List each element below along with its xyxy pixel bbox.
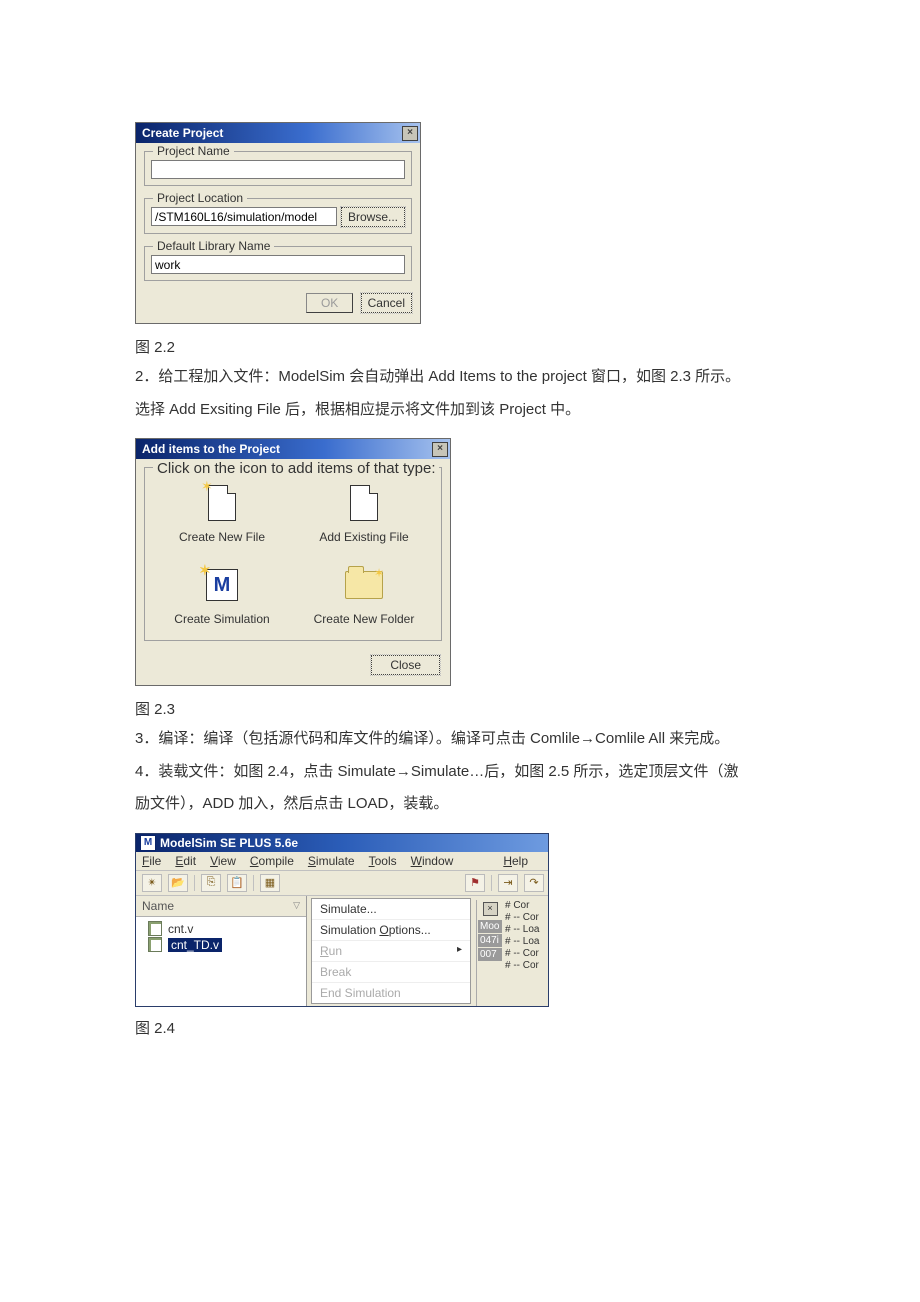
add-items-dialog: Add items to the Project × Click on the …: [135, 438, 451, 686]
toolbar-right: ⚑ ⇥ ↷: [461, 871, 548, 896]
project-name-input[interactable]: [151, 160, 405, 179]
menu-edit[interactable]: Edit: [175, 854, 196, 868]
transcript-snippet: # Cor # -- Cor # -- Loa # -- Loa # -- Co…: [503, 900, 548, 1006]
default-library-input[interactable]: [151, 255, 405, 274]
ok-button[interactable]: OK: [306, 293, 353, 313]
add-items-fieldset: Click on the icon to add items of that t…: [144, 467, 442, 641]
close-icon[interactable]: ×: [402, 126, 418, 141]
browse-button[interactable]: Browse...: [341, 207, 405, 227]
create-project-dialog: Create Project × Project Name Project Lo…: [135, 122, 421, 324]
toolbar-left: ✴ 📂 ⎘ 📋 ▦: [136, 871, 461, 896]
transcript-line: # -- Cor: [505, 912, 548, 924]
add-existing-file-item[interactable]: Add Existing File: [293, 480, 435, 544]
tag-007: 007: [478, 948, 502, 961]
new-file-icon: [208, 485, 236, 521]
step-icon[interactable]: ⇥: [498, 874, 518, 892]
dd-run[interactable]: Run: [312, 941, 470, 962]
project-location-legend: Project Location: [153, 191, 247, 205]
para-step3: 3．编译：编译（包括源代码和库文件的编译）。编译可点击 Comlile→Coml…: [135, 725, 785, 754]
toolbar-separator: [194, 875, 195, 891]
side-header-label: Name: [142, 899, 174, 913]
panel-close-icon[interactable]: ×: [483, 902, 498, 916]
simulate-dropdown: Simulate... Simulation Options... Run Br…: [311, 898, 471, 1004]
flag-icon[interactable]: ⚑: [465, 874, 485, 892]
file-row[interactable]: cnt.v: [148, 921, 302, 937]
grid-icon[interactable]: ▦: [260, 874, 280, 892]
dlg2-titlebar: Add items to the Project ×: [136, 439, 450, 459]
project-name-legend: Project Name: [153, 144, 234, 158]
menubar: File Edit View Compile Simulate Tools Wi…: [136, 852, 548, 871]
step-over-icon[interactable]: ↷: [524, 874, 544, 892]
dd-break[interactable]: Break: [312, 962, 470, 983]
project-location-input[interactable]: [151, 207, 337, 226]
project-name-fieldset: Project Name: [144, 151, 412, 186]
add-items-legend: Click on the icon to add items of that t…: [153, 460, 439, 477]
create-new-file-label: Create New File: [151, 530, 293, 544]
modelsim-icon: M: [206, 569, 238, 601]
transcript-line: # Cor: [505, 900, 548, 912]
toolbar-separator: [253, 875, 254, 891]
menu-view[interactable]: View: [210, 854, 236, 868]
cancel-button[interactable]: Cancel: [361, 293, 412, 313]
create-simulation-label: Create Simulation: [151, 612, 293, 626]
menu-window[interactable]: Window: [411, 854, 454, 868]
caption-2-2: 图 2.2: [135, 336, 785, 357]
file-name-selected: cnt_TD.v: [168, 938, 222, 952]
create-new-folder-item[interactable]: Create New Folder: [293, 562, 435, 626]
transcript-line: # -- Loa: [505, 924, 548, 936]
close-icon[interactable]: ×: [432, 442, 448, 457]
tag-047: 047i: [478, 934, 502, 947]
dd-end-simulation[interactable]: End Simulation: [312, 983, 470, 1003]
para-step2-line1: 2．给工程加入文件：ModelSim 会自动弹出 Add Items to th…: [135, 363, 785, 392]
dlg1-title: Create Project: [142, 126, 223, 140]
transcript-line: # -- Cor: [505, 948, 548, 960]
ms-titlebar: M ModelSim SE PLUS 5.6e: [136, 834, 548, 852]
add-existing-file-label: Add Existing File: [293, 530, 435, 544]
dlg2-title: Add items to the Project: [142, 442, 280, 456]
create-simulation-item[interactable]: M Create Simulation: [151, 562, 293, 626]
default-library-fieldset: Default Library Name: [144, 246, 412, 281]
sort-icon: ▽: [293, 900, 300, 911]
verilog-file-icon: [148, 937, 162, 952]
create-new-folder-label: Create New Folder: [293, 612, 435, 626]
side-header[interactable]: Name ▽: [136, 896, 306, 917]
caption-2-3: 图 2.3: [135, 698, 785, 719]
create-new-file-item[interactable]: Create New File: [151, 480, 293, 544]
toolbar-separator: [491, 875, 492, 891]
project-location-fieldset: Project Location Browse...: [144, 198, 412, 234]
menu-compile[interactable]: Compile: [250, 854, 294, 868]
menu-help[interactable]: Help: [503, 854, 528, 868]
ms-title: ModelSim SE PLUS 5.6e: [160, 836, 298, 850]
transcript-line: # -- Cor: [505, 960, 548, 972]
wizard-icon[interactable]: ✴: [142, 874, 162, 892]
menu-tools[interactable]: Tools: [369, 854, 397, 868]
dlg1-titlebar: Create Project ×: [136, 123, 420, 143]
simulate-menu-area: Simulate... Simulation Options... Run Br…: [307, 896, 476, 1006]
right-panels: × Moo 047i 007 # Cor # -- Cor # -- Loa #…: [476, 896, 548, 1006]
open-icon[interactable]: 📂: [168, 874, 188, 892]
file-row[interactable]: cnt_TD.v: [148, 937, 302, 953]
tag-moo: Moo: [478, 920, 502, 933]
dd-simulate[interactable]: Simulate...: [312, 899, 470, 920]
paste-icon[interactable]: 📋: [227, 874, 247, 892]
verilog-file-icon: [148, 921, 162, 936]
right-tags-panel: × Moo 047i 007: [476, 900, 503, 1006]
menu-file[interactable]: File: [142, 854, 161, 868]
project-side-panel: Name ▽ cnt.v cnt_TD.v: [136, 896, 307, 1006]
caption-2-4: 图 2.4: [135, 1017, 785, 1038]
copy-icon[interactable]: ⎘: [201, 874, 221, 892]
transcript-line: # -- Loa: [505, 936, 548, 948]
dd-simulation-options[interactable]: Simulation Options...: [312, 920, 470, 941]
modelsim-window: M ModelSim SE PLUS 5.6e File Edit View C…: [135, 833, 549, 1007]
file-icon: [350, 485, 378, 521]
close-button[interactable]: Close: [371, 655, 440, 675]
folder-icon: [345, 571, 383, 599]
modelsim-logo-icon: M: [140, 835, 156, 851]
default-library-legend: Default Library Name: [153, 239, 274, 253]
menu-simulate[interactable]: Simulate: [308, 854, 355, 868]
file-name: cnt.v: [168, 922, 193, 936]
para-step4-line2: 励文件），ADD 加入，然后点击 LOAD，装载。: [135, 790, 785, 819]
para-step4-line1: 4．装载文件：如图 2.4，点击 Simulate→Simulate…后，如图 …: [135, 758, 785, 787]
para-step2-line2: 选择 Add Exsiting File 后，根据相应提示将文件加到该 Proj…: [135, 396, 785, 425]
